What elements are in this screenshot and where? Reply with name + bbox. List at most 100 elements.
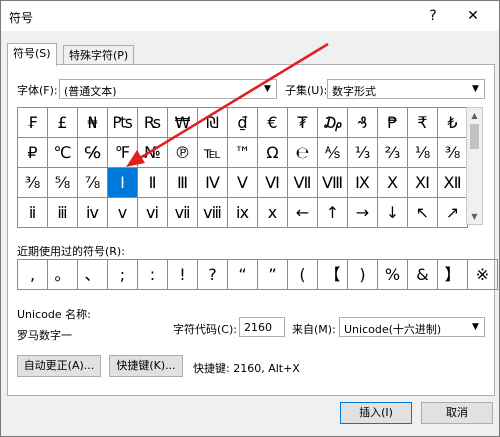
font-select[interactable]: (普通文本) ▼ bbox=[59, 79, 277, 99]
symbol-cell[interactable]: ⅴ bbox=[108, 198, 138, 228]
symbol-cell[interactable]: Ⅳ bbox=[198, 168, 228, 198]
symbol-cell[interactable]: ← bbox=[288, 198, 318, 228]
symbol-cell[interactable]: ⅓ bbox=[348, 138, 378, 168]
symbol-cell[interactable]: £ bbox=[48, 108, 78, 138]
symbol-cell[interactable]: Ⅵ bbox=[258, 168, 288, 198]
symbol-cell[interactable]: ↗ bbox=[438, 198, 468, 228]
symbol-cell[interactable]: ₦ bbox=[78, 108, 108, 138]
shortcut-key-button[interactable]: 快捷键(K)... bbox=[109, 355, 183, 377]
symbol-cell[interactable]: Ⅻ bbox=[438, 168, 468, 198]
symbol-cell[interactable]: ₫ bbox=[228, 108, 258, 138]
symbol-cell[interactable]: ⅱ bbox=[18, 198, 48, 228]
char-code-label: 字符代码(C): bbox=[173, 323, 237, 336]
symbol-cell[interactable]: ⅔ bbox=[378, 138, 408, 168]
recent-symbol-cell[interactable]: 】 bbox=[438, 260, 468, 290]
symbol-cell[interactable]: ⅵ bbox=[138, 198, 168, 228]
symbol-cell[interactable]: ℅ bbox=[78, 138, 108, 168]
symbol-cell[interactable]: Ω bbox=[258, 138, 288, 168]
symbol-cell[interactable]: € bbox=[258, 108, 288, 138]
recent-symbol-cell[interactable]: 。 bbox=[48, 260, 78, 290]
recent-symbol-cell[interactable]: ” bbox=[258, 260, 288, 290]
symbol-cell[interactable]: ⅳ bbox=[78, 198, 108, 228]
symbol-cell[interactable]: Ⅲ bbox=[168, 168, 198, 198]
symbol-cell[interactable]: ₩ bbox=[168, 108, 198, 138]
symbol-cell[interactable]: Ⅷ bbox=[318, 168, 348, 198]
symbol-cell[interactable]: Ⅰ bbox=[108, 168, 138, 198]
font-select-value: (普通文本) bbox=[64, 85, 117, 98]
autocorrect-button[interactable]: 自动更正(A)... bbox=[17, 355, 101, 377]
symbol-cell[interactable]: ₱ bbox=[378, 108, 408, 138]
symbol-cell[interactable]: ⅜ bbox=[438, 138, 468, 168]
symbol-cell[interactable]: ↑ bbox=[318, 198, 348, 228]
symbol-cell[interactable]: Ⅶ bbox=[288, 168, 318, 198]
from-select[interactable]: Unicode(十六进制) ▼ bbox=[339, 317, 485, 337]
scroll-down-icon[interactable]: ▼ bbox=[467, 209, 482, 224]
symbol-cell[interactable]: ₪ bbox=[198, 108, 228, 138]
symbol-cell[interactable]: ⅷ bbox=[198, 198, 228, 228]
symbol-cell[interactable]: ⅝ bbox=[48, 168, 78, 198]
symbol-cell[interactable]: ⅲ bbox=[48, 198, 78, 228]
symbol-cell[interactable]: ⅸ bbox=[228, 198, 258, 228]
symbol-cell[interactable]: ™ bbox=[228, 138, 258, 168]
symbol-cell[interactable]: ₣ bbox=[18, 108, 48, 138]
scroll-up-icon[interactable]: ▲ bbox=[467, 108, 482, 123]
recent-symbol-cell[interactable]: ; bbox=[108, 260, 138, 290]
recent-symbol-cell[interactable]: : bbox=[138, 260, 168, 290]
subset-select-value: 数字形式 bbox=[332, 85, 376, 98]
subset-select[interactable]: 数字形式 ▼ bbox=[327, 79, 485, 99]
symbol-cell[interactable]: ₽ bbox=[18, 138, 48, 168]
symbol-cell[interactable]: Ⅴ bbox=[228, 168, 258, 198]
symbol-cell[interactable]: ₺ bbox=[438, 108, 468, 138]
symbol-cell[interactable]: ⅜ bbox=[18, 168, 48, 198]
recent-symbol-cell[interactable]: ? bbox=[198, 260, 228, 290]
symbol-cell[interactable]: ₰ bbox=[348, 108, 378, 138]
symbol-cell[interactable]: ₯ bbox=[318, 108, 348, 138]
tab-symbols[interactable]: 符号(S) bbox=[7, 43, 57, 66]
chevron-down-icon: ▼ bbox=[472, 322, 479, 332]
symbol-cell[interactable]: ⅹ bbox=[258, 198, 288, 228]
symbol-cell[interactable]: → bbox=[348, 198, 378, 228]
symbol-cell[interactable]: Ⅹ bbox=[378, 168, 408, 198]
recent-symbol-cell[interactable]: , bbox=[18, 260, 48, 290]
font-label: 字体(F): bbox=[17, 84, 58, 97]
symbol-cell[interactable]: ℉ bbox=[108, 138, 138, 168]
symbol-cell[interactable]: ⅛ bbox=[408, 138, 438, 168]
symbol-grid: ₣ £ ₦ ₧ ₨ ₩ ₪ ₫ € ₮ ₯ ₰ ₱ ₹ ₺ ₽ ℃ ℅ ℉ № ℗ ℡ ™ Ω ℮ ⅍ ⅓ ⅔ ⅛ ⅜ ⅜ ⅝ ⅞ Ⅰ Ⅱ Ⅲ Ⅳ Ⅴ Ⅵ Ⅶ… bbox=[17, 107, 468, 228]
symbol-cell[interactable]: ₹ bbox=[408, 108, 438, 138]
recent-symbol-cell[interactable]: ( bbox=[288, 260, 318, 290]
symbol-cell[interactable]: ⅶ bbox=[168, 198, 198, 228]
recent-symbol-cell[interactable]: 【 bbox=[318, 260, 348, 290]
scroll-thumb[interactable] bbox=[470, 124, 479, 149]
insert-button[interactable]: 插入(I) bbox=[340, 402, 412, 424]
chevron-down-icon: ▼ bbox=[472, 84, 479, 94]
symbol-cell[interactable]: ₮ bbox=[288, 108, 318, 138]
symbol-cell[interactable]: ⅞ bbox=[78, 168, 108, 198]
symbol-cell[interactable]: ℡ bbox=[198, 138, 228, 168]
symbol-grid-scrollbar[interactable]: ▲ ▼ bbox=[466, 107, 483, 225]
symbol-cell[interactable]: ↖ bbox=[408, 198, 438, 228]
unicode-name-label: Unicode 名称: bbox=[17, 308, 91, 321]
recent-symbol-cell[interactable]: ! bbox=[168, 260, 198, 290]
recent-symbol-cell[interactable]: “ bbox=[228, 260, 258, 290]
symbol-cell[interactable]: Ⅺ bbox=[408, 168, 438, 198]
char-code-input[interactable]: 2160 bbox=[239, 317, 285, 337]
recent-symbol-cell[interactable]: % bbox=[378, 260, 408, 290]
close-icon[interactable]: ✕ bbox=[459, 5, 487, 27]
symbol-cell[interactable]: Ⅱ bbox=[138, 168, 168, 198]
recent-symbol-cell[interactable]: 、 bbox=[78, 260, 108, 290]
recent-symbol-cell[interactable]: & bbox=[408, 260, 438, 290]
symbol-cell[interactable]: ℗ bbox=[168, 138, 198, 168]
cancel-button[interactable]: 取消 bbox=[421, 402, 493, 424]
symbol-cell[interactable]: ⅍ bbox=[318, 138, 348, 168]
help-button[interactable]: ? bbox=[419, 5, 447, 27]
symbol-cell[interactable]: ↓ bbox=[378, 198, 408, 228]
recent-symbol-cell[interactable]: ) bbox=[348, 260, 378, 290]
symbol-cell[interactable]: ℃ bbox=[48, 138, 78, 168]
recent-symbol-cell[interactable]: ※ bbox=[468, 260, 498, 290]
symbol-cell[interactable]: ₧ bbox=[108, 108, 138, 138]
symbol-cell[interactable]: Ⅸ bbox=[348, 168, 378, 198]
symbol-dialog: 符号 ? ✕ 符号(S) 特殊字符(P) 字体(F): (普通文本) ▼ 子集(… bbox=[0, 0, 500, 437]
symbol-cell[interactable]: ℮ bbox=[288, 138, 318, 168]
symbol-cell[interactable]: ₨ bbox=[138, 108, 168, 138]
symbol-cell[interactable]: № bbox=[138, 138, 168, 168]
